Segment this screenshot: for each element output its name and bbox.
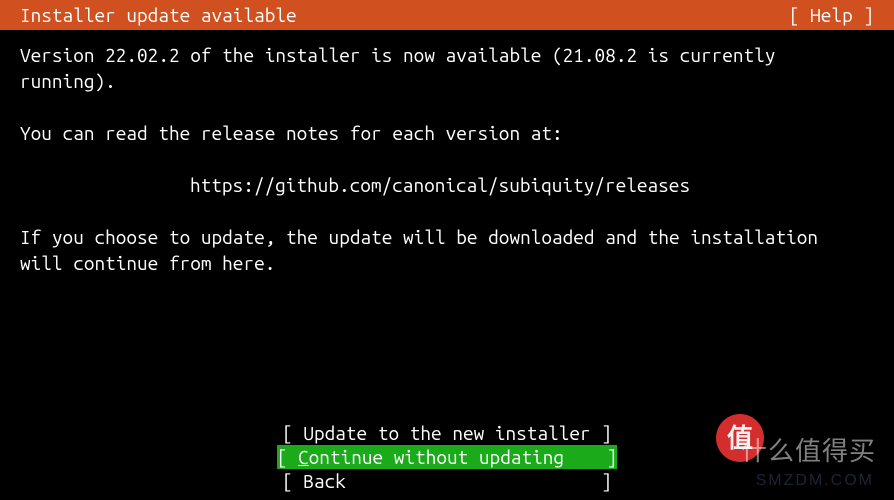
version-info: Version 22.02.2 of the installer is now … (20, 42, 874, 94)
text-line: If you choose to update, the update will… (20, 226, 818, 248)
release-notes-intro: You can read the release notes for each … (20, 120, 874, 146)
hotkey-char: C (298, 446, 309, 468)
continue-button[interactable]: [ Continue without updating ] (277, 445, 617, 469)
header-bar: Installer update available [ Help ] (0, 0, 894, 30)
release-notes-url: https://github.com/canonical/subiquity/r… (20, 172, 874, 198)
update-info: If you choose to update, the update will… (20, 224, 874, 276)
page-title: Installer update available (20, 2, 297, 28)
text-line: Version 22.02.2 of the installer is now … (20, 44, 775, 66)
watermark-cn-text: 什么值得买 (741, 438, 876, 464)
text-line: running). (20, 70, 116, 92)
watermark-text: SMZDM.COM (756, 468, 874, 494)
update-button[interactable]: [ Update to the new installer ] (282, 421, 612, 445)
help-button[interactable]: [ Help ] (789, 2, 874, 28)
back-button[interactable]: [ Back ] (282, 469, 612, 493)
text-line: will continue from here. (20, 252, 275, 274)
main-content: Version 22.02.2 of the installer is now … (0, 30, 894, 314)
